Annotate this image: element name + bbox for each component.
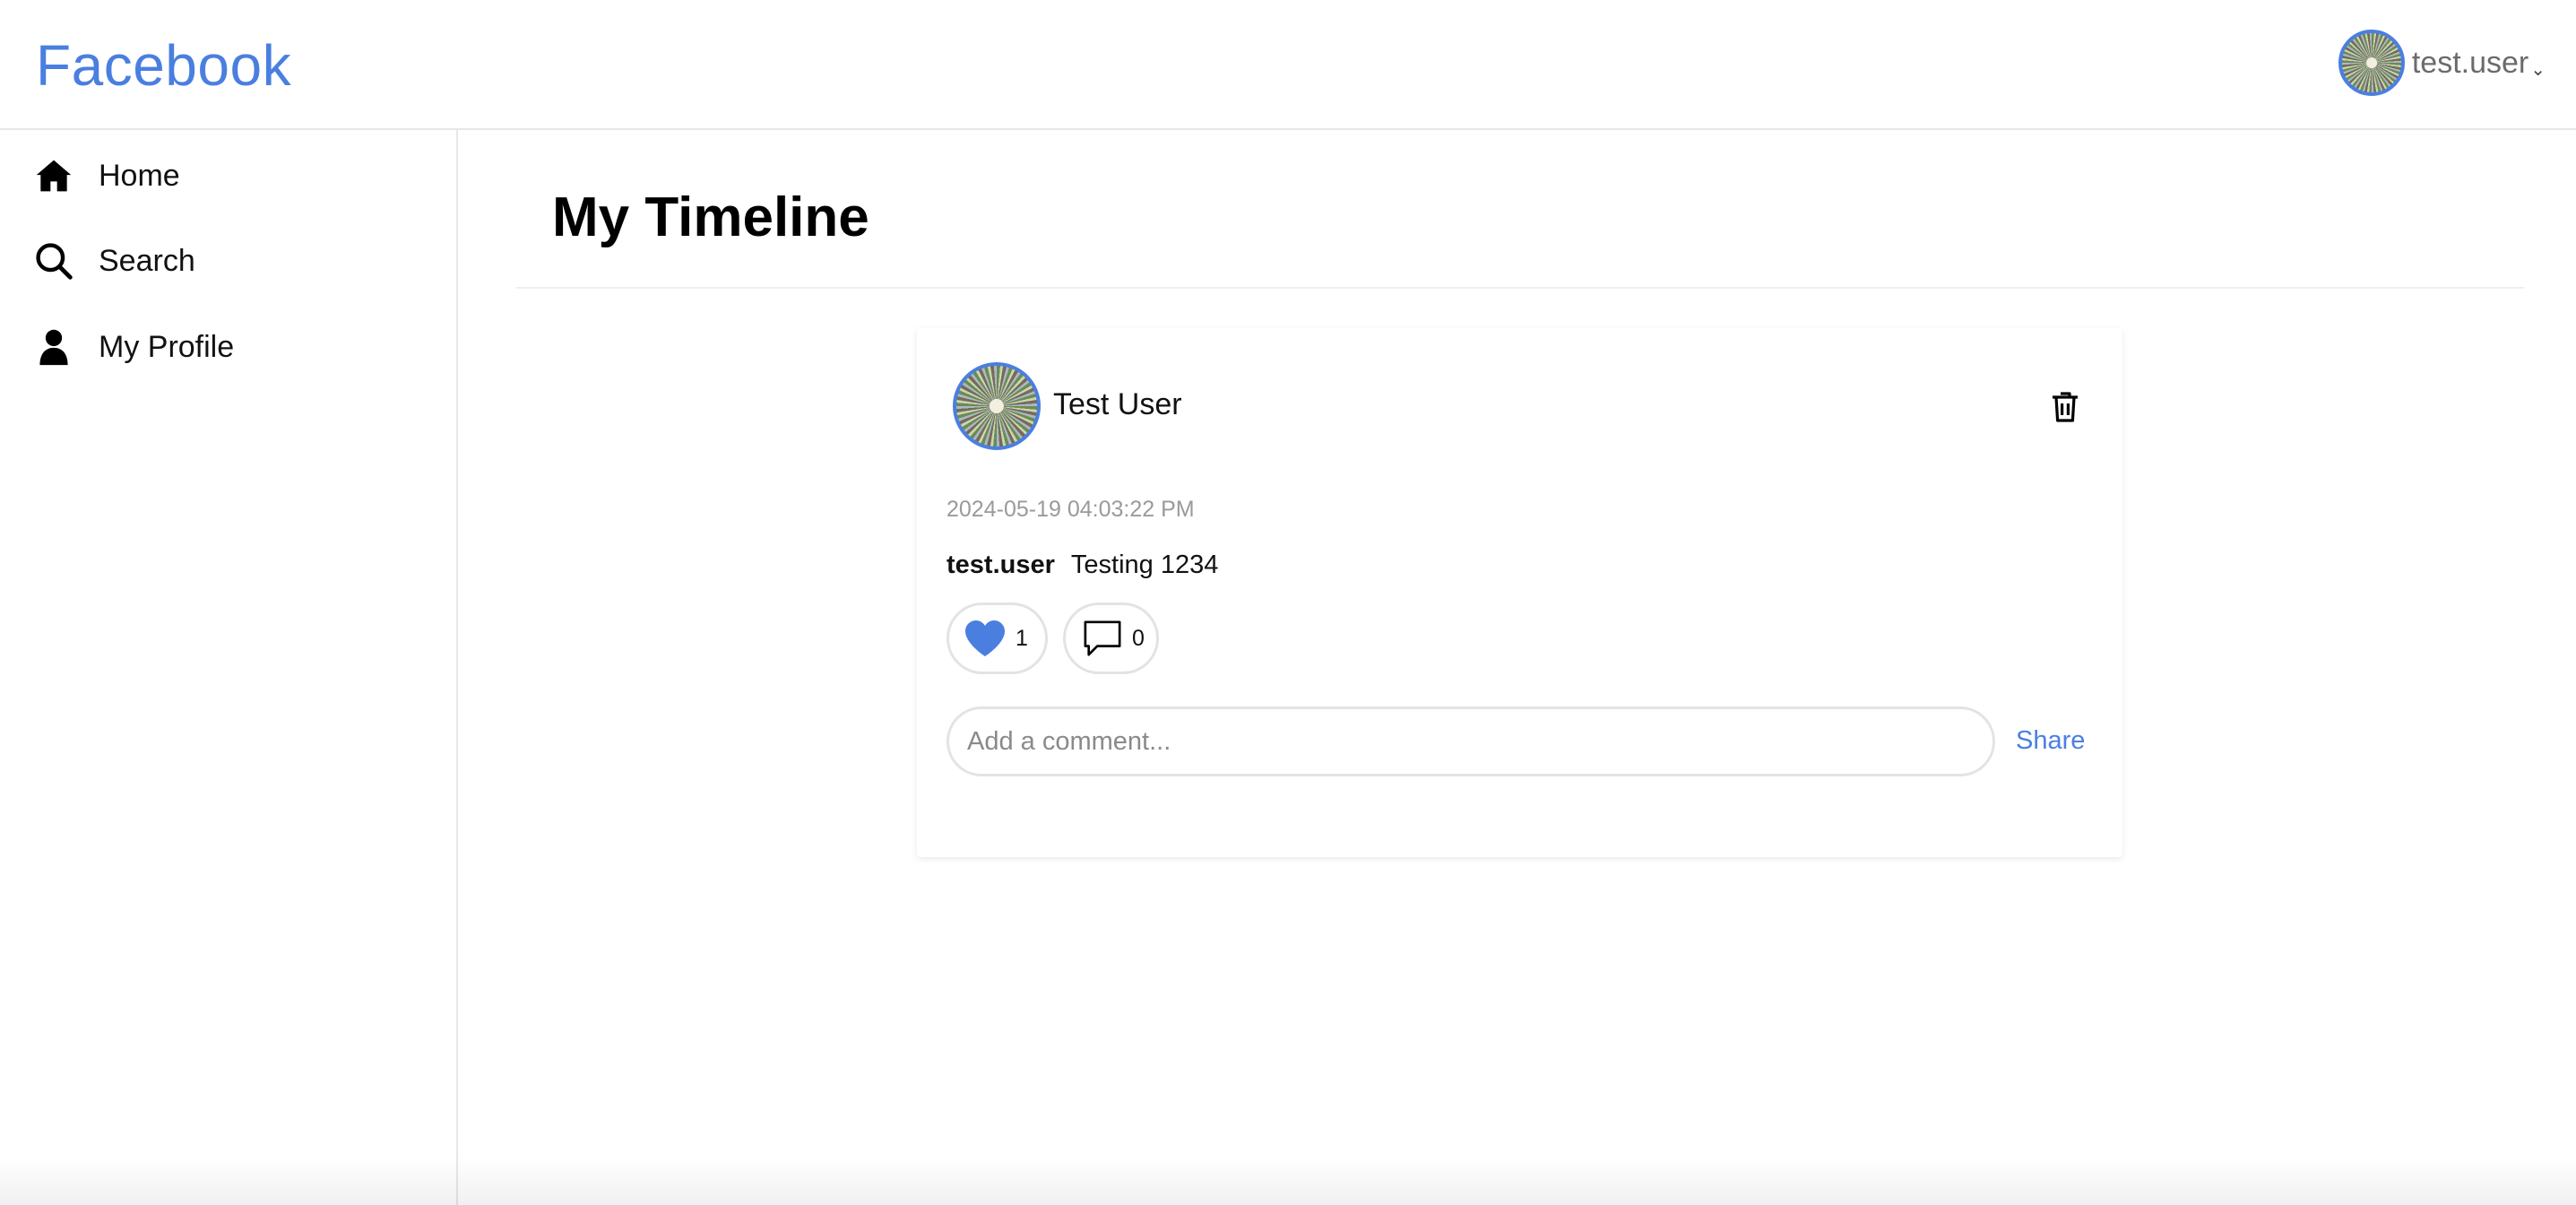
sidebar-item-label: My Profile: [99, 329, 235, 364]
top-navbar: Facebook test.user ⌄: [0, 0, 2576, 130]
post-text: Testing 1234: [1070, 550, 1219, 579]
user-menu-name[interactable]: test.user: [2412, 46, 2528, 81]
post-timestamp: 2024-05-19 04:03:22 PM: [947, 497, 1195, 522]
title-divider: [516, 287, 2524, 289]
page-title: My Timeline: [552, 186, 869, 248]
comment-input[interactable]: [947, 707, 1995, 776]
sidebar-item-search[interactable]: Search: [34, 234, 195, 288]
share-button[interactable]: Share: [2016, 726, 2085, 756]
comment-icon: [1084, 620, 1121, 656]
post-author-avatar[interactable]: [953, 362, 1041, 450]
post-username[interactable]: test.user: [947, 550, 1055, 579]
post-author-name[interactable]: Test User: [1053, 387, 1182, 422]
like-button[interactable]: 1: [947, 602, 1048, 674]
delete-post-button[interactable]: [2051, 391, 2079, 423]
sidebar: Home Search My Profile: [0, 130, 458, 1205]
chevron-down-icon[interactable]: ⌄: [2530, 58, 2546, 81]
post-caption: test.user Testing 1234: [947, 550, 1218, 580]
trash-icon: [2053, 392, 2078, 422]
user-menu[interactable]: test.user ⌄: [2338, 25, 2546, 100]
user-icon: [39, 329, 68, 366]
like-count: 1: [1016, 625, 1028, 651]
comment-button[interactable]: 0: [1063, 602, 1159, 674]
post-card: Test User 2024-05-19 04:03:22 PM test.us…: [917, 328, 2122, 857]
heart-icon: [965, 620, 1005, 656]
search-icon: [36, 243, 73, 280]
user-avatar[interactable]: [2338, 30, 2405, 96]
sidebar-item-label: Search: [99, 243, 195, 278]
sidebar-item-label: Home: [99, 158, 180, 193]
sidebar-item-my-profile[interactable]: My Profile: [34, 320, 234, 374]
sidebar-item-home[interactable]: Home: [34, 149, 180, 203]
brand-logo[interactable]: Facebook: [36, 32, 291, 99]
home-icon: [36, 160, 72, 192]
comment-count: 0: [1132, 625, 1145, 651]
